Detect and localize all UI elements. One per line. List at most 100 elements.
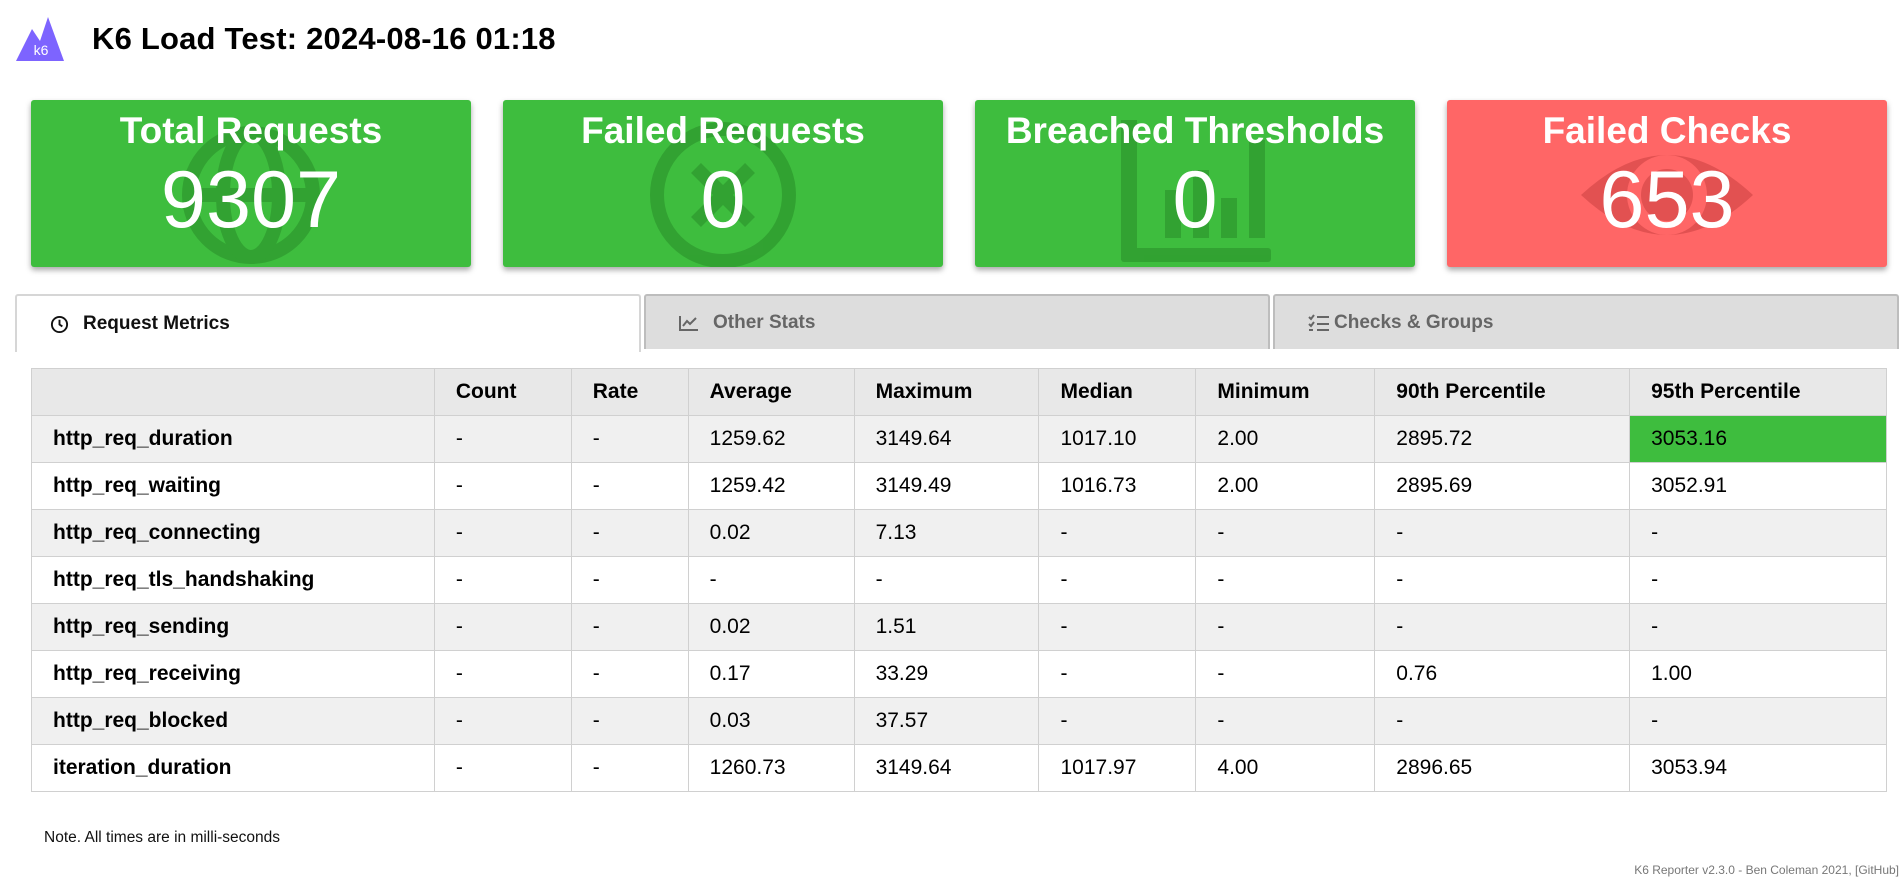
- metric-name: http_req_receiving: [31, 650, 435, 698]
- table-cell: 2.00: [1195, 415, 1376, 463]
- table-cell: 1.00: [1629, 650, 1887, 698]
- checklist-icon: [1308, 313, 1329, 331]
- table-cell: -: [433, 650, 572, 698]
- table-cell: 7.13: [853, 509, 1040, 557]
- table-cell: -: [433, 603, 572, 651]
- card-value: 0: [1172, 155, 1218, 245]
- table-cell: -: [853, 556, 1040, 604]
- metric-name: http_req_duration: [31, 415, 435, 463]
- table-header-row: Count Rate Average Maximum Median Minimu…: [31, 368, 1887, 416]
- card-title: Failed Requests: [581, 110, 865, 151]
- metric-name: iteration_duration: [31, 744, 435, 792]
- table-row: iteration_duration - -1260.73 3149.64 1017.9…: [31, 744, 1887, 792]
- column-header: [31, 368, 435, 416]
- table-cell: 3053.16: [1629, 415, 1887, 463]
- table-cell: -: [1038, 556, 1197, 604]
- metrics-table: Count Rate Average Maximum Median Minimu…: [31, 368, 1887, 792]
- line-chart-icon: [679, 315, 698, 331]
- table-cell: 2896.65: [1374, 744, 1631, 792]
- card-title: Breached Thresholds: [1005, 110, 1385, 151]
- table-cell: 1259.62: [687, 415, 855, 463]
- table-cell: -: [1629, 697, 1887, 745]
- table-cell: 3149.64: [853, 415, 1040, 463]
- table-cell: -: [570, 650, 689, 698]
- clock-icon: [50, 315, 69, 333]
- table-cell: 1.51: [853, 603, 1040, 651]
- table-cell: -: [1038, 697, 1197, 745]
- table-cell: -: [1629, 556, 1887, 604]
- table-cell: -: [570, 462, 689, 510]
- metric-name: http_req_blocked: [31, 697, 435, 745]
- table-cell: -: [1195, 509, 1376, 557]
- table-cell: 2.00: [1195, 462, 1376, 510]
- page-title: K6 Load Test: 2024-08-16 01:18: [92, 21, 556, 56]
- table-cell: 2895.69: [1374, 462, 1631, 510]
- table-cell: -: [1374, 603, 1631, 651]
- tab-other-stats[interactable]: Other Stats: [644, 294, 1270, 349]
- table-cell: 1016.73: [1038, 462, 1197, 510]
- table-cell: 3053.94: [1629, 744, 1887, 792]
- table-cell: 1259.42: [687, 462, 855, 510]
- table-cell: -: [433, 462, 572, 510]
- tab-label: Other Stats: [713, 311, 816, 333]
- table-cell: -: [1038, 650, 1197, 698]
- metric-name: http_req_waiting: [31, 462, 435, 510]
- tab-checks-groups[interactable]: Checks & Groups: [1273, 294, 1899, 349]
- table-cell: -: [433, 509, 572, 557]
- column-header: Median: [1038, 368, 1197, 416]
- tab-request-metrics[interactable]: Request Metrics: [15, 294, 641, 352]
- table-cell: 37.57: [853, 697, 1040, 745]
- table-cell: 1017.10: [1038, 415, 1197, 463]
- footer-text: K6 Reporter v2.3.0 - Ben Coleman 2021, […: [1634, 863, 1899, 877]
- table-cell: -: [433, 556, 572, 604]
- table-cell: 1017.97: [1038, 744, 1197, 792]
- request-metrics-panel: Count Rate Average Maximum Median Minimu…: [31, 368, 1887, 792]
- card-failed-requests: Failed Requests 0: [503, 100, 943, 267]
- table-cell: 3149.49: [853, 462, 1040, 510]
- table-row: http_req_waiting - -1259.42 3149.49 1016.73 2…: [31, 462, 1887, 510]
- column-header: 90th Percentile: [1374, 368, 1631, 416]
- table-cell: -: [433, 744, 572, 792]
- table-cell: -: [570, 415, 689, 463]
- table-cell: -: [570, 744, 689, 792]
- column-header: Minimum: [1195, 368, 1376, 416]
- table-row: http_req_tls_handshaking - - - - - - - -: [31, 556, 1887, 604]
- note-text: Note. All times are in milli-seconds: [44, 829, 281, 846]
- table-row: http_req_receiving - -0.17 33.29- -0.76 1.00: [31, 650, 1887, 698]
- table-cell: 3052.91: [1629, 462, 1887, 510]
- column-header: 95th Percentile: [1629, 368, 1887, 416]
- metrics-table-body: http_req_duration - -1259.62 3149.64 1017.10…: [31, 415, 1887, 792]
- table-cell: -: [570, 556, 689, 604]
- table-cell: -: [1195, 603, 1376, 651]
- table-row: http_req_blocked - -0.03 37.57- - - -: [31, 697, 1887, 745]
- card-value: 0: [700, 155, 746, 245]
- table-cell: -: [1629, 603, 1887, 651]
- table-cell: 0.17: [687, 650, 855, 698]
- table-row: http_req_duration - -1259.62 3149.64 1017.10…: [31, 415, 1887, 463]
- page-header: k6 K6 Load Test: 2024-08-16 01:18: [14, 14, 556, 64]
- card-title: Total Requests: [119, 110, 383, 151]
- tab-label: Request Metrics: [83, 313, 230, 334]
- table-cell: -: [687, 556, 855, 604]
- table-cell: -: [1195, 650, 1376, 698]
- card-value: 653: [1599, 155, 1735, 245]
- table-cell: -: [1374, 697, 1631, 745]
- k6-logo-icon: k6: [16, 17, 64, 61]
- metric-name: http_req_connecting: [31, 509, 435, 557]
- card-value: 9307: [160, 155, 342, 245]
- table-cell: -: [570, 603, 689, 651]
- card-failed-checks: Failed Checks 653: [1447, 100, 1887, 267]
- table-cell: -: [1038, 509, 1197, 557]
- table-cell: -: [570, 509, 689, 557]
- table-cell: -: [1038, 603, 1197, 651]
- column-header: Maximum: [853, 368, 1040, 416]
- metric-name: http_req_sending: [31, 603, 435, 651]
- table-cell: -: [1195, 697, 1376, 745]
- table-cell: 0.02: [687, 509, 855, 557]
- card-title: Failed Checks: [1542, 110, 1792, 151]
- table-row: http_req_sending - -0.02 1.51- - - -: [31, 603, 1887, 651]
- table-cell: -: [433, 697, 572, 745]
- column-header: Count: [433, 368, 572, 416]
- table-cell: -: [1195, 556, 1376, 604]
- column-header: Average: [687, 368, 855, 416]
